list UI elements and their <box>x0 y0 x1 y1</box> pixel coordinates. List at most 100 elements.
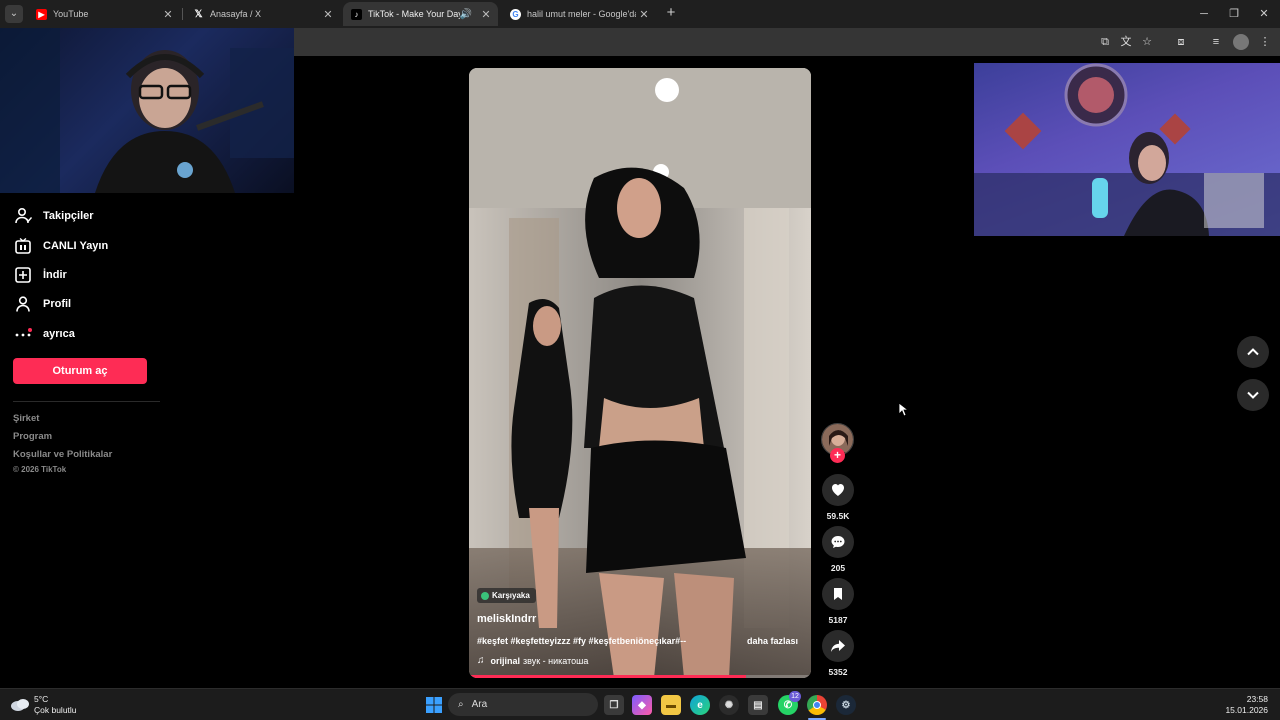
x-icon: 𝕏 <box>194 8 203 20</box>
close-tab-icon[interactable]: ✕ <box>636 8 652 21</box>
task-view-icon[interactable]: ❐ <box>604 695 624 715</box>
translate-icon[interactable]: 文 <box>1118 34 1134 50</box>
footer-link-program[interactable]: Program <box>13 431 52 442</box>
more-dots-icon <box>13 324 33 344</box>
weather-widget[interactable] <box>10 696 30 717</box>
chatgpt-icon[interactable]: ✺ <box>719 695 739 715</box>
windows-start-icon[interactable] <box>424 695 444 715</box>
copyright-text: © 2026 TikTok <box>13 465 67 474</box>
chrome-icon[interactable] <box>807 695 827 715</box>
location-pin-icon <box>481 591 489 600</box>
search-placeholder: Ara <box>471 699 488 710</box>
bookmark-star-icon[interactable]: ☆ <box>1139 34 1155 50</box>
tab-title: Anasayfa / X <box>210 9 262 19</box>
mouse-cursor-icon <box>898 402 908 417</box>
heart-icon <box>832 484 844 496</box>
tab-google[interactable]: G halil umut meler - Google'da Ara ✕ <box>502 2 656 26</box>
taskbar-search-input[interactable]: ⌕ Ara <box>448 693 598 716</box>
weather-temperature: 5°C <box>34 694 49 704</box>
tiktok-icon: ♪ <box>351 8 362 20</box>
file-explorer-icon[interactable]: ▬ <box>661 695 681 715</box>
google-icon: G <box>510 8 521 20</box>
person-follow-icon <box>13 206 33 226</box>
like-button[interactable] <box>822 474 854 506</box>
profile-icon <box>13 294 33 314</box>
sidebar-item-followers[interactable]: Takipçiler <box>13 205 94 227</box>
whatsapp-badge: 12 <box>789 691 801 702</box>
edge-browser-icon[interactable]: e <box>690 695 710 715</box>
close-tab-icon[interactable]: ✕ <box>478 8 494 21</box>
comment-button[interactable] <box>822 526 854 558</box>
music-note-icon: ♫ <box>477 655 485 666</box>
steam-icon[interactable]: ⚙ <box>836 695 856 715</box>
sidebar-item-more[interactable]: ayrıca <box>13 323 75 345</box>
next-video-button[interactable] <box>1237 379 1269 411</box>
share-button[interactable] <box>822 630 854 662</box>
video-player[interactable]: Karşıyaka meliskIndrr #keşfet #keşfettey… <box>469 68 811 678</box>
sidebar-item-label: Profil <box>43 298 72 310</box>
tab-search-button[interactable]: ⌄ <box>5 5 23 23</box>
footer-link-terms[interactable]: Koşullar ve Politikalar <box>13 449 112 460</box>
save-button[interactable] <box>822 578 854 610</box>
comment-icon <box>831 536 845 548</box>
browser-menu-icon[interactable]: ⋮ <box>1257 34 1273 50</box>
music-prefix: orijinal <box>490 655 521 666</box>
bookmark-icon <box>834 588 842 600</box>
sidebar-item-label: CANLI Yayın <box>43 240 109 252</box>
follow-button[interactable]: + <box>830 448 845 463</box>
close-tab-icon[interactable]: ✕ <box>160 8 176 21</box>
media-controls-icon[interactable]: ≡ <box>1208 34 1224 50</box>
tab-tiktok[interactable]: ♪ TikTok - Make Your Day 🔊 ✕ <box>343 2 498 26</box>
speaker-icon[interactable]: 🔊 <box>460 9 472 20</box>
video-progress-fill <box>469 675 747 678</box>
minimize-button[interactable]: ─ <box>1188 0 1220 28</box>
sidebar-item-label: İndir <box>43 269 67 281</box>
save-count: 5187 <box>828 615 848 625</box>
cloud-icon <box>11 699 29 711</box>
video-caption: #keşfet #keşfetteyizzz #fy #keşfetbeniön… <box>477 636 687 646</box>
tab-youtube[interactable]: ▶ YouTube ✕ <box>28 2 180 26</box>
room-scene-image <box>974 63 1280 236</box>
webcam-overlay-left <box>0 28 294 193</box>
close-window-button[interactable]: ✕ <box>1248 0 1280 28</box>
sidebar-item-label: Takipçiler <box>43 210 94 222</box>
video-frame-image <box>469 68 811 678</box>
sidebar-divider <box>13 401 160 402</box>
new-tab-button[interactable]: + <box>662 4 680 22</box>
sidebar-item-download[interactable]: İndir <box>13 264 67 286</box>
extensions-icon[interactable]: ⧈ <box>1173 34 1189 50</box>
weather-description: Çok bulutlu <box>34 705 77 715</box>
chevron-up-icon <box>1247 348 1259 356</box>
previous-video-button[interactable] <box>1237 336 1269 368</box>
caption-more-link[interactable]: daha fazlası <box>747 636 798 646</box>
live-tv-icon <box>13 236 33 256</box>
video-username[interactable]: meliskIndrr <box>477 613 536 625</box>
install-app-icon[interactable]: ⧉ <box>1097 34 1113 50</box>
tab-title: TikTok - Make Your Day <box>368 9 460 19</box>
clock-date[interactable]: 15.01.2026 <box>1218 705 1268 715</box>
footer-link-company[interactable]: Şirket <box>13 413 39 424</box>
music-title: звук - никатоша <box>523 655 589 666</box>
profile-avatar-icon[interactable] <box>1233 34 1249 50</box>
location-badge[interactable]: Karşıyaka <box>477 588 536 603</box>
tab-x[interactable]: 𝕏 Anasayfa / X ✕ <box>185 2 340 26</box>
location-label: Karşıyaka <box>492 591 530 600</box>
microsoft-store-icon[interactable]: ▤ <box>748 695 768 715</box>
sidebar-item-profile[interactable]: Profil <box>13 293 71 315</box>
chevron-down-icon <box>1247 391 1259 399</box>
like-count: 59.5K <box>826 511 850 521</box>
windows-taskbar: 5°C Çok bulutlu ⌕ Ara ❐ ◆ ▬ e ✺ ▤ ✆ 12 ⚙… <box>0 688 1280 720</box>
restore-button[interactable]: ❐ <box>1218 0 1250 28</box>
download-box-icon <box>13 265 33 285</box>
close-tab-icon[interactable]: ✕ <box>320 8 336 21</box>
webcam-overlay-right <box>974 63 1280 236</box>
tab-divider <box>182 8 183 20</box>
clock-time[interactable]: 23:58 <box>1228 694 1268 704</box>
music-info[interactable]: ♫ orijinal звук - никатоша <box>477 655 588 666</box>
sidebar-item-live[interactable]: CANLI Yayın <box>13 235 108 257</box>
search-icon: ⌕ <box>458 699 464 710</box>
login-button[interactable]: Oturum aç <box>13 358 147 384</box>
screen: ⌄ ▶ YouTube ✕ 𝕏 Anasayfa / X ✕ ♪ TikTok … <box>0 0 1280 720</box>
tab-title: YouTube <box>53 9 89 19</box>
copilot-icon[interactable]: ◆ <box>632 695 652 715</box>
